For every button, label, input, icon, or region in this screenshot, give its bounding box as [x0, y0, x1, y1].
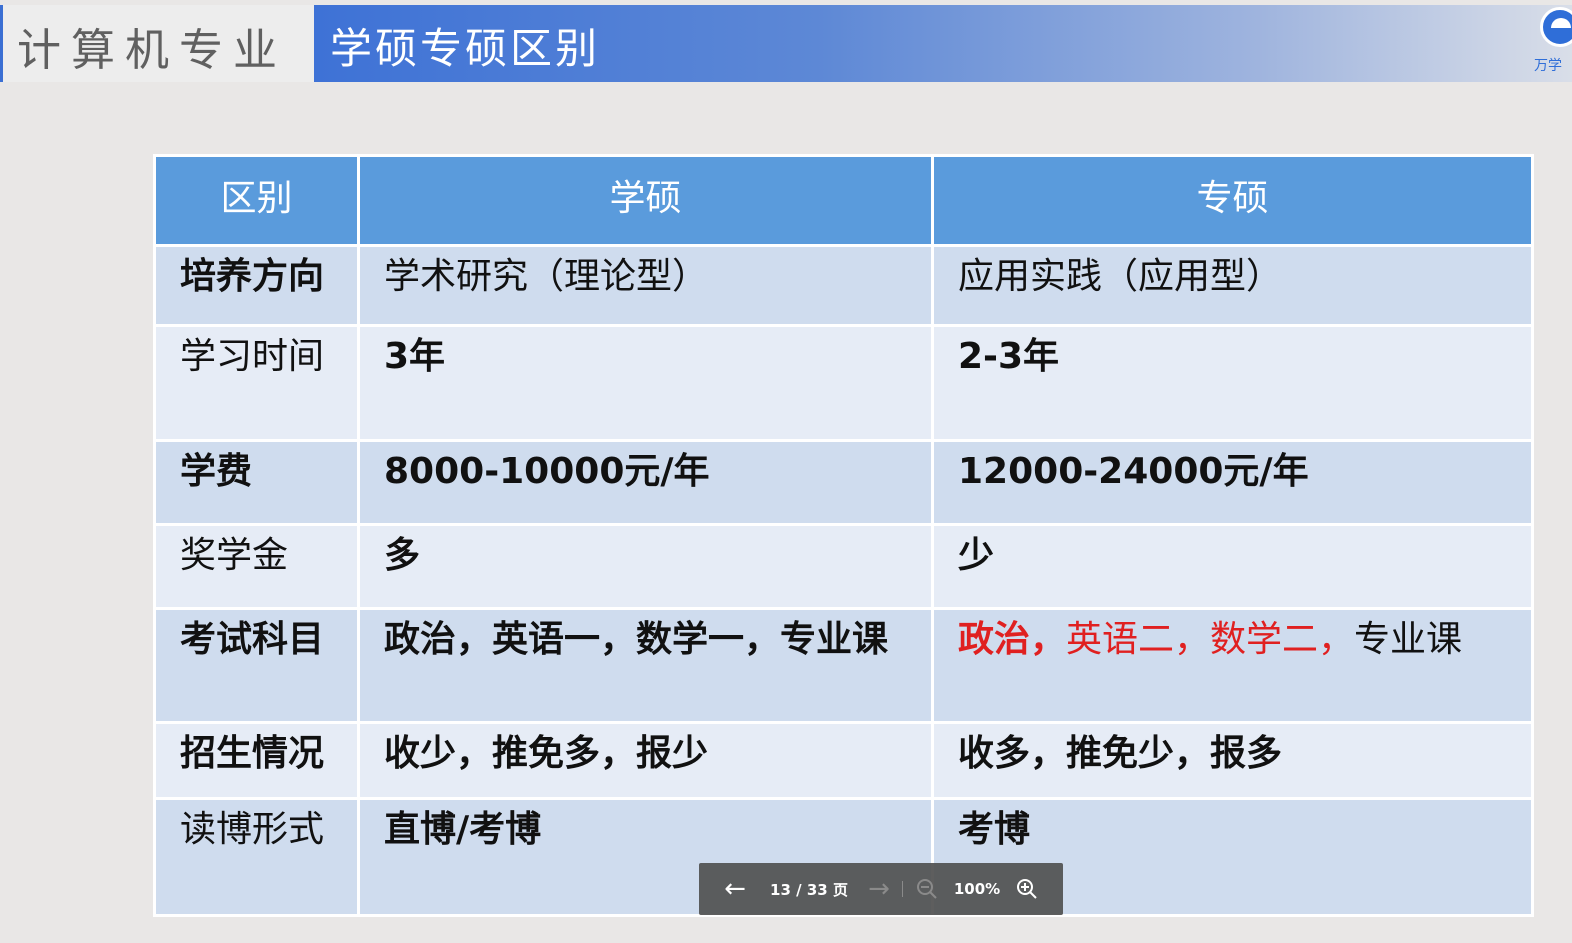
- table-row: 学费 8000-10000元/年 12000-24000元/年: [153, 439, 1534, 526]
- comparison-table: 区别 学硕 专硕 培养方向 学术研究（理论型） 应用实践（应用型） 学习时间 3…: [153, 154, 1534, 917]
- academic-cell: 多: [357, 523, 934, 610]
- logo-text: 万学: [1534, 58, 1562, 74]
- subject-english-two: 英语二，: [1066, 619, 1211, 660]
- column-header-difference: 区别: [153, 154, 360, 247]
- professional-cell: 收多，推免少，报多: [931, 721, 1534, 800]
- document-viewer-toolbar: ← 13 / 33 页 → 100%: [699, 863, 1063, 915]
- professional-cell: 12000-24000元/年: [931, 439, 1534, 526]
- table-row: 奖学金 多 少: [153, 523, 1534, 610]
- logo-icon: [1540, 7, 1572, 47]
- table-row: 学习时间 3年 2-3年: [153, 324, 1534, 442]
- slide-header: 计算机专业 学硕专硕区别 万学: [0, 5, 1572, 82]
- table-row: 招生情况 收少，推免多，报少 收多，推免少，报多: [153, 721, 1534, 800]
- academic-cell: 8000-10000元/年: [357, 439, 934, 526]
- table-header-row: 区别 学硕 专硕: [153, 154, 1534, 247]
- professional-cell: 政治，英语二，数学二，专业课: [931, 607, 1534, 724]
- column-header-academic: 学硕: [357, 154, 934, 247]
- academic-cell: 学术研究（理论型）: [357, 244, 934, 327]
- toolbar-divider: [902, 881, 903, 897]
- row-label: 学费: [153, 439, 360, 526]
- zoom-in-icon[interactable]: [1009, 863, 1045, 915]
- subject-politics: 政治，: [958, 619, 1067, 660]
- professional-cell: 2-3年: [931, 324, 1534, 442]
- professional-cell: 应用实践（应用型）: [931, 244, 1534, 327]
- zoom-level: 100%: [953, 880, 1001, 898]
- academic-cell: 收少，推免多，报少: [357, 721, 934, 800]
- professional-cell: 少: [931, 523, 1534, 610]
- row-label: 读博形式: [153, 797, 360, 917]
- zoom-out-icon[interactable]: [909, 863, 945, 915]
- page-indicator: 13 / 33 页: [770, 880, 848, 899]
- row-label: 培养方向: [153, 244, 360, 327]
- row-label: 学习时间: [153, 324, 360, 442]
- row-label: 招生情况: [153, 721, 360, 800]
- table-row: 培养方向 学术研究（理论型） 应用实践（应用型）: [153, 244, 1534, 327]
- brand-block: 计算机专业: [0, 5, 314, 82]
- table-row: 考试科目 政治，英语一，数学一，专业课 政治，英语二，数学二，专业课: [153, 607, 1534, 724]
- logo: 万学: [1530, 5, 1572, 82]
- arrow-right-icon[interactable]: →: [861, 863, 897, 915]
- row-label: 奖学金: [153, 523, 360, 610]
- subject-major: 专业课: [1354, 619, 1463, 660]
- slide-title: 学硕专硕区别: [330, 24, 601, 73]
- arrow-left-icon[interactable]: ←: [717, 863, 753, 915]
- title-bar: 学硕专硕区别 万学: [314, 5, 1572, 82]
- academic-cell: 政治，英语一，数学一，专业课: [357, 607, 934, 724]
- brand-text: 计算机专业: [17, 25, 287, 76]
- row-label: 考试科目: [153, 607, 360, 724]
- academic-cell: 3年: [357, 324, 934, 442]
- column-header-professional: 专硕: [931, 154, 1534, 247]
- subject-math-two: 数学二，: [1210, 619, 1355, 660]
